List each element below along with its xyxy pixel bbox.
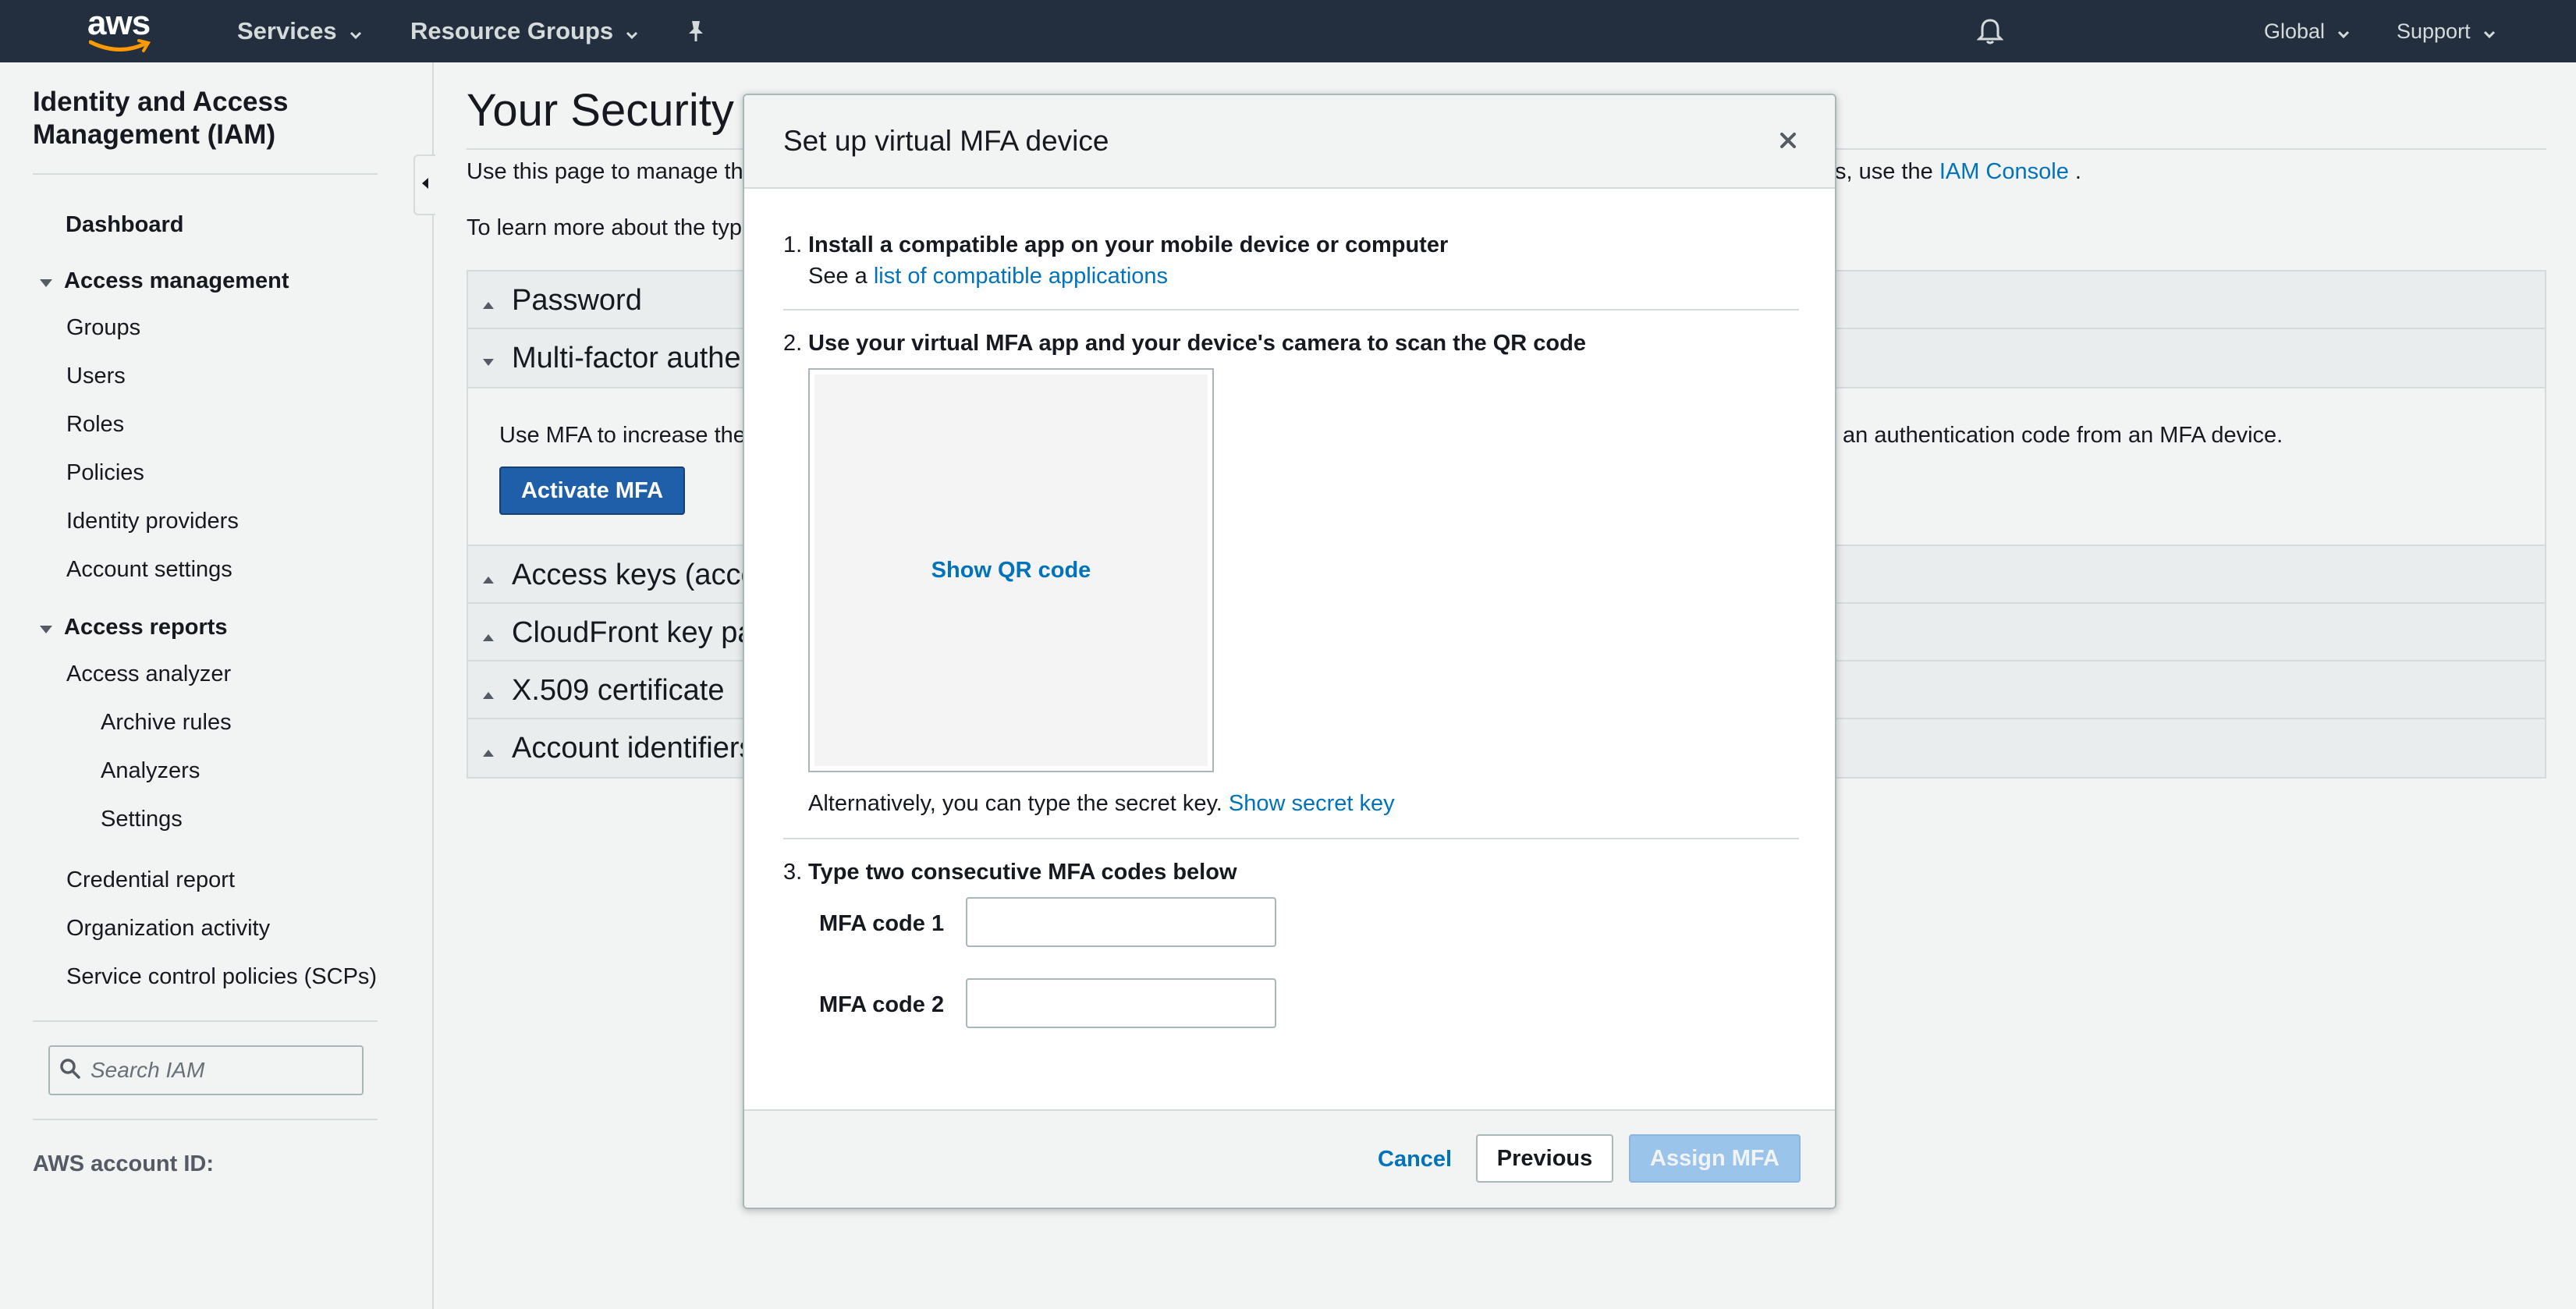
- step-title: Install a compatible app on your mobile …: [808, 232, 1449, 257]
- chevron-down-icon: [349, 17, 362, 45]
- mfa-code-2-label: MFA code 2: [819, 992, 945, 1017]
- show-qr-code-link[interactable]: Show QR code: [931, 558, 1091, 584]
- aws-logo[interactable]: aws: [87, 6, 153, 53]
- step-subtext: See a list of compatible applications: [808, 264, 1168, 289]
- aws-smile-icon: [89, 39, 151, 52]
- pin-icon[interactable]: [685, 0, 707, 62]
- chevron-down-icon: [626, 17, 638, 45]
- aws-logo-text: aws: [87, 4, 151, 42]
- compatible-apps-link[interactable]: list of compatible applications: [874, 264, 1168, 289]
- mfa-code-1-label: MFA code 1: [819, 911, 945, 936]
- mfa-setup-modal: Set up virtual MFA device 1. Install a c…: [743, 94, 1836, 1209]
- text-fragment: Alternatively, you can type the secret k…: [808, 791, 1229, 816]
- region-label: Global: [2264, 19, 2326, 43]
- chevron-down-icon: [2483, 20, 2496, 44]
- chevron-down-icon: [2337, 20, 2350, 44]
- step-number: 1.: [783, 232, 803, 257]
- assign-mfa-button[interactable]: Assign MFA: [1629, 1134, 1801, 1183]
- close-icon[interactable]: [1774, 126, 1802, 154]
- show-secret-key-link[interactable]: Show secret key: [1229, 791, 1395, 816]
- secret-key-text: Alternatively, you can type the secret k…: [808, 791, 1395, 817]
- services-menu[interactable]: Services: [237, 0, 362, 62]
- services-label: Services: [237, 17, 337, 44]
- divider: [783, 309, 1799, 310]
- modal-footer: Cancel Previous Assign MFA: [744, 1109, 1835, 1208]
- region-menu[interactable]: Global: [2264, 0, 2350, 62]
- modal-header: Set up virtual MFA device: [744, 95, 1835, 189]
- mfa-code-1-input[interactable]: [966, 897, 1276, 947]
- modal-title: Set up virtual MFA device: [783, 125, 1109, 157]
- resource-groups-menu[interactable]: Resource Groups: [410, 0, 638, 62]
- qr-code-area[interactable]: Show QR code: [808, 368, 1214, 772]
- support-menu[interactable]: Support: [2397, 0, 2496, 62]
- previous-button[interactable]: Previous: [1476, 1134, 1613, 1183]
- step-number: 3.: [783, 860, 803, 885]
- text-fragment: See a: [808, 264, 874, 289]
- step-title: Type two consecutive MFA codes below: [808, 860, 1237, 885]
- cancel-button[interactable]: Cancel: [1378, 1136, 1452, 1183]
- step-title: Use your virtual MFA app and your device…: [808, 331, 1586, 356]
- resource-groups-label: Resource Groups: [410, 17, 614, 44]
- step-number: 2.: [783, 331, 803, 356]
- top-navigation-bar: aws Services Resource Groups Global Supp…: [0, 0, 2576, 62]
- bell-icon[interactable]: [1977, 0, 2003, 62]
- support-label: Support: [2397, 19, 2471, 43]
- mfa-code-2-input[interactable]: [966, 978, 1276, 1028]
- divider: [783, 838, 1799, 839]
